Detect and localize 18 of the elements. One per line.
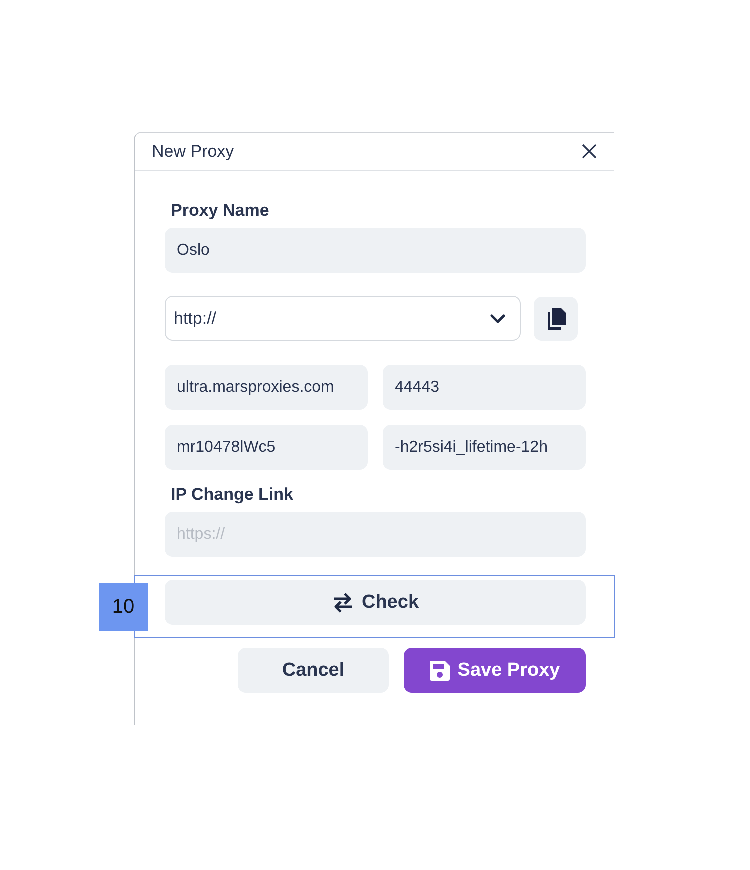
swap-arrows-icon [332,592,354,612]
save-proxy-button[interactable]: Save Proxy [404,648,586,693]
field-label: IP Change Link [171,485,294,505]
port-field[interactable]: 44443 [383,365,586,410]
proxy-name-field[interactable]: Oslo [165,228,586,273]
protocol-dropdown[interactable]: http:// [165,296,521,341]
copy-icon [546,308,566,330]
annotation-badge: 10 [99,583,148,631]
dialog-title: New Proxy [152,142,234,162]
chevron-down-icon [490,314,506,324]
check-button[interactable]: Check [165,580,586,625]
cancel-button[interactable]: Cancel [238,648,389,693]
copy-button[interactable] [534,296,578,340]
username-field[interactable]: mr10478lWc5 [165,425,368,470]
close-icon[interactable] [582,144,597,159]
host-field[interactable]: ultra.marsproxies.com [165,365,368,410]
password-field[interactable]: -h2r5si4i_lifetime-12h [383,425,586,470]
field-label: Proxy Name [171,201,270,221]
